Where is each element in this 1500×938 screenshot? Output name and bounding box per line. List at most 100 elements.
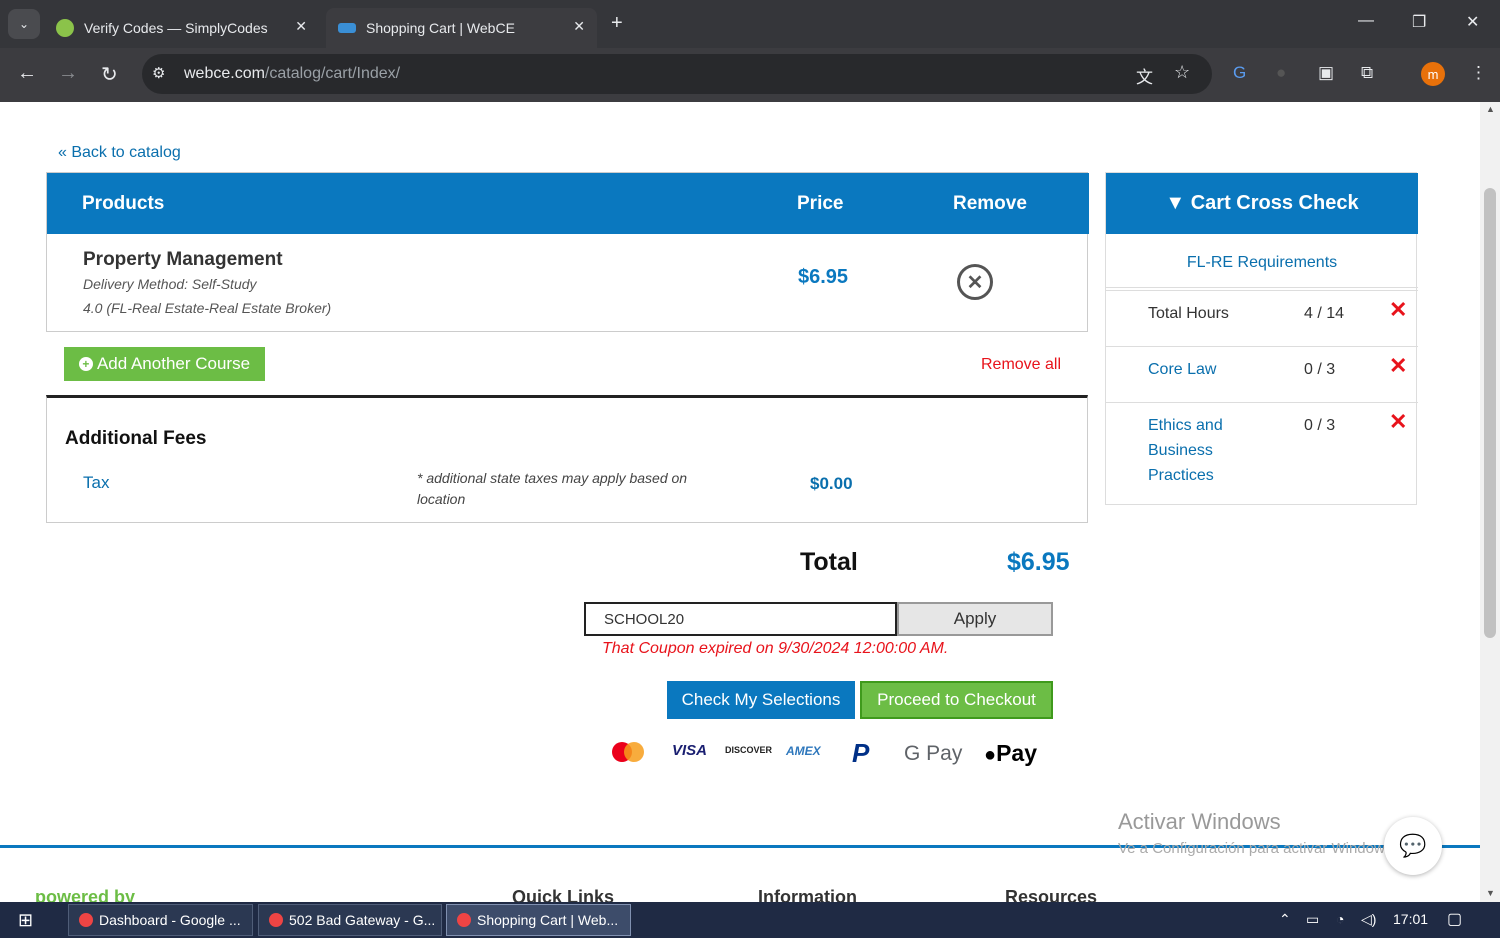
taskbar-item-bad-gateway[interactable]: 502 Bad Gateway - G... [258, 904, 442, 936]
footer-powered-by: powered by [35, 887, 136, 902]
delivery-method: Delivery Method: Self-Study [83, 276, 257, 292]
taskbar-item-label: Dashboard - Google ... [99, 912, 241, 928]
additional-fees-title: Additional Fees [65, 428, 207, 449]
tab-shopping-cart[interactable]: Shopping Cart | WebCE ✕ [326, 8, 597, 48]
avatar-initial: m [1427, 66, 1439, 82]
scroll-down-icon[interactable]: ▼ [1486, 888, 1495, 898]
page-scrollbar[interactable]: ▲ ▼ [1480, 102, 1500, 902]
tax-note: * additional state taxes may apply based… [417, 470, 688, 507]
back-to-catalog-link[interactable]: « Back to catalog [58, 144, 181, 162]
mastercard-icon [612, 742, 644, 766]
restore-icon[interactable]: ❐ [1412, 12, 1426, 32]
footer-quick-links: Quick Links [512, 887, 615, 902]
add-another-course-button[interactable]: + Add Another Course [64, 347, 265, 381]
chat-bubble-icon[interactable]: 💬 [1384, 817, 1442, 875]
apple-pay-label: Pay [996, 740, 1038, 766]
paypal-icon: P [852, 738, 870, 768]
coupon-input[interactable] [584, 602, 897, 636]
taskbar-item-dashboard[interactable]: Dashboard - Google ... [68, 904, 253, 936]
scroll-up-icon[interactable]: ▲ [1486, 104, 1495, 114]
remove-all-link[interactable]: Remove all [981, 356, 1061, 374]
back-arrow-icon[interactable]: ← [17, 62, 37, 85]
proceed-to-checkout-button[interactable]: Proceed to Checkout [860, 681, 1053, 719]
x-mark-icon: ✕ [1389, 297, 1408, 322]
taskbar-item-label: Shopping Cart | Web... [477, 912, 619, 928]
tray-chevron-icon[interactable]: ⌃ [1279, 911, 1291, 928]
tab-title: Verify Codes — SimplyCodes [84, 20, 268, 36]
tab-search-button[interactable]: ⌄ [8, 9, 40, 39]
reload-icon[interactable]: ↻ [101, 62, 118, 87]
cross-check-row: Ethics and Business Practices 0 / 3 ✕ [1106, 402, 1418, 505]
tax-value: $0.00 [810, 474, 853, 493]
cross-check-row: Total Hours 4 / 14 ✕ [1106, 290, 1418, 346]
requirement-value: 0 / 3 [1304, 361, 1336, 378]
profile-avatar[interactable]: m [1421, 62, 1445, 86]
wifi-icon[interactable]: ◔ [1336, 911, 1344, 927]
page-content: « Back to catalog Products Price Remove … [0, 102, 1480, 902]
amex-icon: AMEX [786, 744, 821, 758]
site-info-icon[interactable]: ⚙ [152, 64, 165, 82]
coupon-error-message: That Coupon expired on 9/30/2024 12:00:0… [602, 640, 949, 657]
battery-icon[interactable]: ▭ [1306, 911, 1319, 928]
more-menu-icon[interactable]: ⋮ [1470, 63, 1487, 83]
discover-icon: DISCOVER [725, 745, 773, 755]
url-text: webce.com/catalog/cart/Index/ [184, 65, 400, 83]
translate-icon[interactable]: 文 [1136, 63, 1153, 88]
new-tab-icon[interactable]: + [611, 12, 623, 35]
cart-table: Products Price Remove Property Managemen… [46, 172, 1089, 332]
windows-activation-title: Activar Windows [1118, 809, 1281, 834]
remove-item-icon[interactable]: ✕ [957, 264, 993, 300]
close-window-icon[interactable]: ✕ [1466, 12, 1479, 32]
address-bar[interactable]: ⚙ webce.com/catalog/cart/Index/ 文 ☆ [142, 54, 1212, 94]
reader-extension-icon[interactable]: ▣ [1318, 63, 1334, 83]
requirement-link[interactable]: Core Law [1148, 357, 1216, 382]
cart-header: Products Price Remove [47, 173, 1089, 234]
price-header: Price [797, 193, 844, 214]
url-path: /catalog/cart/Index/ [264, 65, 401, 82]
close-tab-icon[interactable]: ✕ [573, 18, 585, 35]
url-host: webce.com [184, 65, 265, 82]
cart-cross-check-panel: ▼ Cart Cross Check FL-RE Requirements To… [1105, 172, 1418, 505]
apple-pay-icon: ●Pay [984, 740, 1038, 766]
chrome-icon [457, 913, 471, 927]
google-pay-icon: G Pay [904, 742, 963, 765]
taskbar-item-shopping-cart[interactable]: Shopping Cart | Web... [446, 904, 631, 936]
minimize-icon[interactable]: — [1358, 12, 1374, 30]
check-selections-button[interactable]: Check My Selections [667, 681, 855, 719]
visa-icon: VISA [672, 742, 708, 759]
tab-title: Shopping Cart | WebCE [366, 20, 515, 36]
scrollbar-thumb[interactable] [1484, 188, 1496, 638]
extension-icon[interactable]: ● [1276, 63, 1286, 83]
browser-toolbar: ← → ↻ ⚙ webce.com/catalog/cart/Index/ 文 … [0, 48, 1500, 102]
add-course-label: Add Another Course [96, 354, 251, 373]
task-view-icon[interactable]: ⊞ [18, 910, 33, 931]
cross-check-row: Core Law 0 / 3 ✕ [1106, 346, 1418, 402]
product-price: $6.95 [798, 266, 849, 288]
x-mark-icon: ✕ [1389, 409, 1408, 434]
chrome-icon [79, 913, 93, 927]
bookmark-star-icon[interactable]: ☆ [1174, 62, 1190, 83]
forward-arrow-icon[interactable]: → [58, 62, 78, 85]
x-mark-icon: ✕ [1389, 353, 1408, 378]
fl-re-requirements-link[interactable]: FL-RE Requirements [1106, 234, 1418, 288]
puzzle-extensions-icon[interactable]: ⧉ [1361, 63, 1373, 83]
notifications-icon[interactable]: ▢ [1447, 909, 1462, 929]
footer-information: Information [758, 887, 857, 902]
google-translate-extension-icon[interactable]: G [1233, 63, 1246, 83]
requirement-link[interactable]: Ethics and Business Practices [1148, 413, 1268, 488]
close-tab-icon[interactable]: ✕ [295, 18, 307, 35]
additional-fees-panel: Additional Fees Tax * additional state t… [46, 395, 1088, 523]
chrome-icon [269, 913, 283, 927]
total-label: Total [800, 548, 858, 576]
taskbar-item-label: 502 Bad Gateway - G... [289, 912, 436, 928]
clock[interactable]: 17:01 [1393, 911, 1428, 927]
volume-icon[interactable]: ◁) [1361, 911, 1376, 928]
tab-simplycodes[interactable]: Verify Codes — SimplyCodes ✕ [44, 8, 319, 48]
product-credits: 4.0 (FL-Real Estate-Real Estate Broker) [83, 300, 332, 316]
plus-circle-icon: + [78, 357, 93, 371]
requirement-value: 4 / 14 [1304, 305, 1345, 322]
apply-coupon-button[interactable]: Apply [897, 602, 1053, 636]
total-value: $6.95 [1007, 548, 1070, 576]
products-header: Products [82, 193, 165, 214]
cross-check-header[interactable]: ▼ Cart Cross Check [1106, 173, 1418, 234]
